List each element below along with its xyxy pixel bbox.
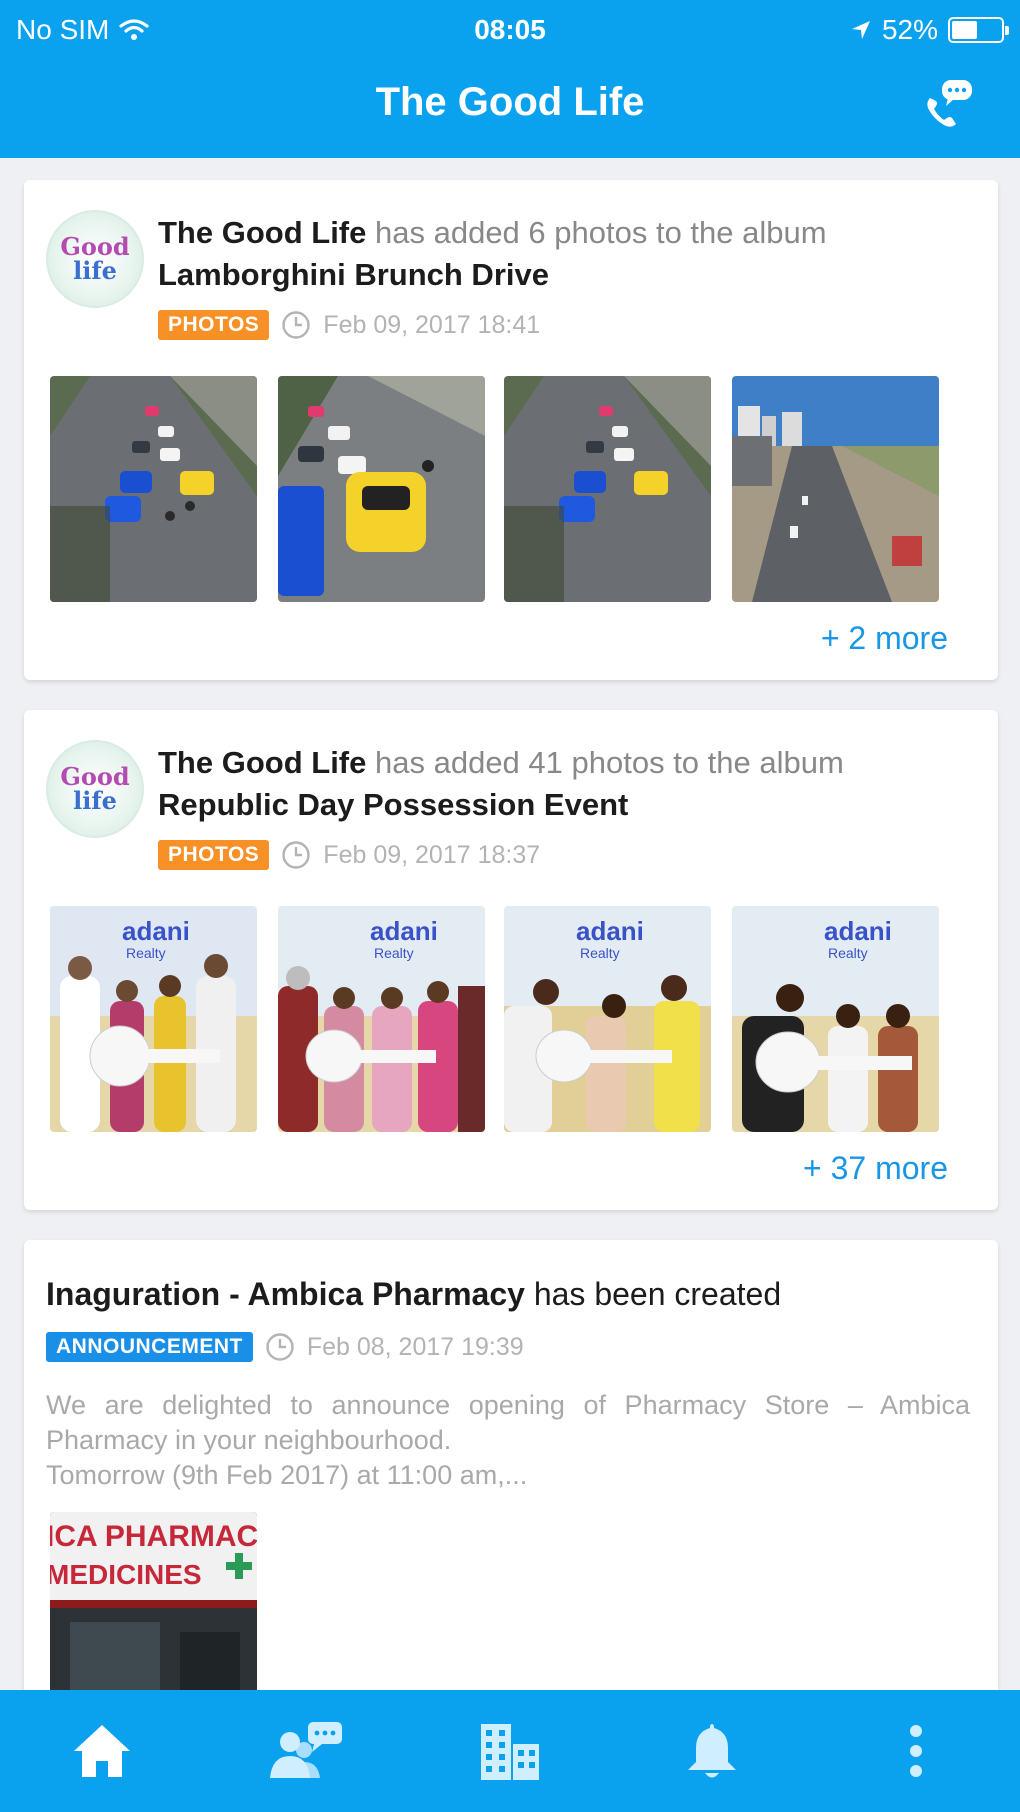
bell-icon [688, 1724, 736, 1778]
news-feed[interactable]: Good life The Good Life has added 6 phot… [0, 158, 1020, 1690]
photo-strip: adani Realty adani Realty adani Realty a… [50, 906, 970, 1132]
post-headline: The Good Life has added 6 photos to the … [158, 212, 827, 296]
album-photo[interactable]: adani Realty [504, 906, 711, 1132]
tab-notifications[interactable] [672, 1716, 752, 1786]
post-headline: The Good Life has added 41 photos to the… [158, 742, 844, 826]
album-photo[interactable]: adani Realty [732, 906, 939, 1132]
feed-card-album[interactable]: Good life The Good Life has added 41 pho… [24, 710, 998, 1210]
svg-text:ICA PHARMAC: ICA PHARMAC [50, 1520, 257, 1553]
post-action: has added 6 photos to the album [375, 215, 827, 250]
album-photo[interactable]: adani Realty [278, 906, 485, 1132]
album-title[interactable]: Lamborghini Brunch Drive [158, 257, 549, 292]
avatar: Good life [46, 740, 144, 838]
svg-text:adani: adani [370, 916, 438, 946]
album-photo[interactable] [278, 376, 485, 602]
album-photo[interactable] [732, 376, 939, 602]
home-icon [74, 1725, 130, 1777]
tab-community[interactable] [266, 1716, 346, 1786]
svg-text:Realty: Realty [126, 945, 166, 961]
svg-text:Realty: Realty [580, 945, 620, 961]
svg-text:adani: adani [576, 916, 644, 946]
announcement-headline: Inaguration - Ambica Pharmacy has been c… [46, 1276, 781, 1313]
community-chat-icon [270, 1722, 342, 1778]
post-action: has added 41 photos to the album [375, 745, 844, 780]
album-photo[interactable] [504, 376, 711, 602]
location-arrow-icon [851, 21, 870, 39]
album-title[interactable]: Republic Day Possession Event [158, 787, 628, 822]
feed-card-announcement[interactable]: Inaguration - Ambica Pharmacy has been c… [24, 1240, 998, 1690]
clock-icon [266, 1333, 294, 1361]
announcement-badge: ANNOUNCEMENT [46, 1332, 253, 1362]
post-timestamp: Feb 09, 2017 18:37 [323, 840, 541, 869]
svg-text:adani: adani [824, 916, 892, 946]
announcement-image[interactable]: ICA PHARMAC MEDICINES [50, 1512, 257, 1690]
photo-strip [50, 376, 970, 602]
post-meta: PHOTOS Feb 09, 2017 18:37 [158, 840, 540, 870]
battery-icon [948, 17, 1009, 43]
clock-icon [282, 311, 310, 339]
album-photo[interactable]: adani Realty [50, 906, 257, 1132]
tab-more[interactable] [876, 1716, 956, 1786]
phone-chat-icon [927, 80, 972, 127]
photos-badge: PHOTOS [158, 840, 270, 870]
svg-text:Realty: Realty [828, 945, 868, 961]
call-chat-button[interactable] [920, 76, 976, 132]
avatar: Good life [46, 210, 144, 308]
post-meta: PHOTOS Feb 09, 2017 18:41 [158, 310, 540, 340]
announcement-meta: ANNOUNCEMENT Feb 08, 2017 19:39 [46, 1332, 524, 1362]
more-vertical-icon [910, 1725, 922, 1777]
app-header: No SIM 08:05 52% The Good Life [0, 0, 1020, 158]
tab-buildings[interactable] [470, 1716, 550, 1786]
svg-text:MEDICINES: MEDICINES [50, 1559, 202, 1590]
feed-card-album[interactable]: Good life The Good Life has added 6 phot… [24, 180, 998, 680]
svg-text:adani: adani [122, 916, 190, 946]
announcement-timestamp: Feb 08, 2017 19:39 [306, 1332, 524, 1361]
announcement-suffix: has been created [533, 1276, 782, 1312]
more-photos-link[interactable]: + 2 more [821, 620, 948, 657]
announcement-title[interactable]: Inaguration - Ambica Pharmacy [46, 1276, 525, 1312]
page-title: The Good Life [375, 80, 645, 124]
tab-home[interactable] [62, 1716, 142, 1786]
status-bar: No SIM 08:05 52% [0, 10, 1020, 52]
buildings-icon [481, 1724, 539, 1780]
clock-icon [282, 841, 310, 869]
post-author[interactable]: The Good Life [158, 215, 366, 250]
bottom-tab-bar [0, 1690, 1020, 1812]
svg-text:Realty: Realty [374, 945, 414, 961]
post-timestamp: Feb 09, 2017 18:41 [323, 310, 541, 339]
post-author[interactable]: The Good Life [158, 745, 366, 780]
photos-badge: PHOTOS [158, 310, 270, 340]
battery-percent: 52% [881, 14, 938, 45]
more-photos-link[interactable]: + 37 more [803, 1150, 948, 1187]
album-photo[interactable] [50, 376, 257, 602]
announcement-body: We are delighted to announce opening of … [46, 1390, 970, 1490]
